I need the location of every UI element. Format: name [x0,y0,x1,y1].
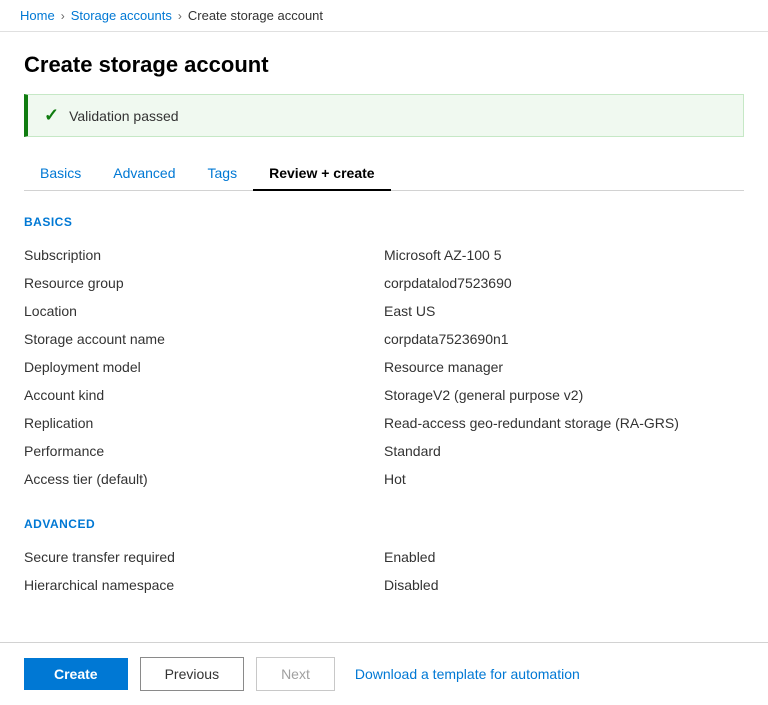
field-label: Storage account name [24,325,384,353]
field-value: corpdata7523690n1 [384,325,744,353]
field-value: Resource manager [384,353,744,381]
field-value: Read-access geo-redundant storage (RA-GR… [384,409,744,437]
check-icon: ✓ [44,105,59,126]
advanced-section-header: ADVANCED [24,517,744,531]
table-row: Subscription Microsoft AZ-100 5 [24,241,744,269]
field-value: Disabled [384,571,744,599]
advanced-section: ADVANCED Secure transfer required Enable… [24,517,744,599]
basics-table: Subscription Microsoft AZ-100 5 Resource… [24,241,744,493]
tab-basics[interactable]: Basics [24,157,97,191]
table-row: Hierarchical namespace Disabled [24,571,744,599]
main-content: Create storage account ✓ Validation pass… [0,32,768,599]
field-label: Hierarchical namespace [24,571,384,599]
field-label: Deployment model [24,353,384,381]
field-label: Secure transfer required [24,543,384,571]
previous-button[interactable]: Previous [140,657,244,691]
breadcrumb: Home › Storage accounts › Create storage… [0,0,768,32]
tab-review-create[interactable]: Review + create [253,157,390,191]
table-row: Location East US [24,297,744,325]
download-template-link[interactable]: Download a template for automation [355,666,580,682]
next-button: Next [256,657,335,691]
table-row: Access tier (default) Hot [24,465,744,493]
footer: Create Previous Next Download a template… [0,642,768,705]
tab-advanced[interactable]: Advanced [97,157,191,191]
page-title: Create storage account [24,52,744,78]
table-row: Replication Read-access geo-redundant st… [24,409,744,437]
field-label: Access tier (default) [24,465,384,493]
validation-text: Validation passed [69,108,178,124]
field-value: corpdatalod7523690 [384,269,744,297]
table-row: Secure transfer required Enabled [24,543,744,571]
breadcrumb-current: Create storage account [188,8,323,23]
field-label: Subscription [24,241,384,269]
table-row: Performance Standard [24,437,744,465]
breadcrumb-sep-1: › [61,9,65,23]
breadcrumb-sep-2: › [178,9,182,23]
field-value: Standard [384,437,744,465]
table-row: Resource group corpdatalod7523690 [24,269,744,297]
table-row: Storage account name corpdata7523690n1 [24,325,744,353]
tabs: Basics Advanced Tags Review + create [24,157,744,191]
create-button[interactable]: Create [24,658,128,690]
field-label: Location [24,297,384,325]
tab-tags[interactable]: Tags [192,157,254,191]
table-row: Deployment model Resource manager [24,353,744,381]
validation-banner: ✓ Validation passed [24,94,744,137]
advanced-table: Secure transfer required Enabled Hierarc… [24,543,744,599]
breadcrumb-storage-accounts[interactable]: Storage accounts [71,8,172,23]
field-label: Replication [24,409,384,437]
table-row: Account kind StorageV2 (general purpose … [24,381,744,409]
basics-section-header: BASICS [24,215,744,229]
field-value: East US [384,297,744,325]
breadcrumb-home[interactable]: Home [20,8,55,23]
field-value: Microsoft AZ-100 5 [384,241,744,269]
field-label: Performance [24,437,384,465]
field-value: Enabled [384,543,744,571]
field-value: Hot [384,465,744,493]
field-value: StorageV2 (general purpose v2) [384,381,744,409]
basics-section: BASICS Subscription Microsoft AZ-100 5 R… [24,215,744,493]
field-label: Resource group [24,269,384,297]
field-label: Account kind [24,381,384,409]
